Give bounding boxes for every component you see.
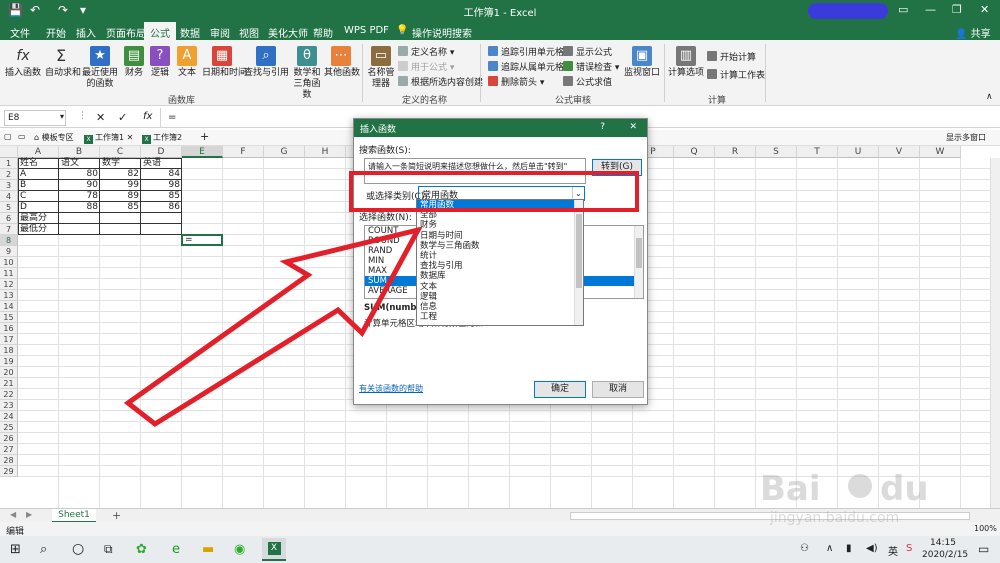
svg-text:jingyan.baidu.com: jingyan.baidu.com bbox=[769, 510, 899, 526]
baidu-watermark: Bai du jingyan.baidu.com bbox=[750, 458, 990, 528]
svg-text:Bai: Bai bbox=[760, 469, 821, 509]
svg-text:du: du bbox=[880, 469, 929, 509]
baidu-logo: Bai du jingyan.baidu.com bbox=[760, 469, 929, 526]
red-arrow-shape bbox=[123, 226, 423, 428]
